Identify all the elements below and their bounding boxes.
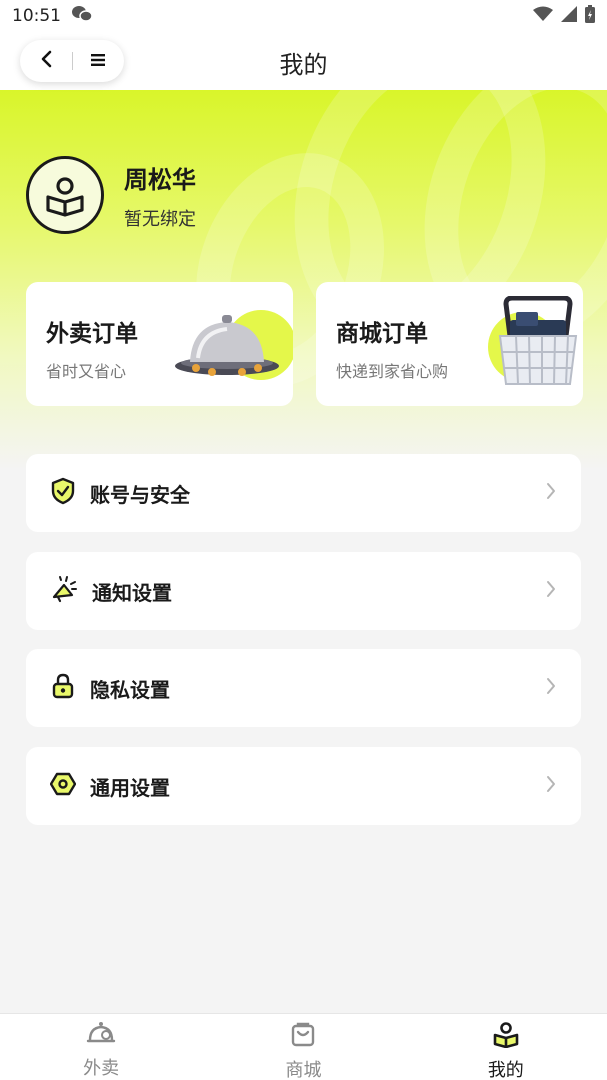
bottom-tab-bar: 外卖 商城 我的 [0, 1013, 607, 1080]
shopping-bag-icon [289, 1020, 317, 1052]
menu-item-label: 账号与安全 [90, 482, 190, 507]
card-title: 商城订单 [336, 321, 428, 347]
shield-check-icon [50, 477, 76, 509]
user-binding-status: 暂无绑定 [124, 208, 196, 230]
menu-item-privacy-settings[interactable]: 隐私设置 [26, 649, 581, 727]
chevron-right-icon [545, 774, 557, 798]
profile-book-icon [492, 1020, 520, 1052]
tab-label: 外卖 [83, 1058, 120, 1079]
tab-mine[interactable]: 我的 [405, 1014, 607, 1080]
mall-orders-card[interactable]: 商城订单 快递到家省心购 [316, 282, 583, 406]
takeout-orders-card[interactable]: 外卖订单 省时又省心 [26, 282, 293, 406]
battery-icon [585, 4, 595, 28]
signal-icon [561, 5, 577, 27]
status-bar: 10:51 [0, 0, 607, 32]
profile-book-icon [46, 177, 84, 217]
avatar[interactable] [26, 156, 104, 234]
megaphone-icon [50, 575, 78, 607]
card-subtitle: 快递到家省心购 [336, 362, 449, 381]
user-name: 周松华 [124, 165, 196, 194]
card-subtitle: 省时又省心 [46, 362, 127, 381]
wifi-icon [533, 6, 553, 27]
food-cloche-icon [174, 312, 280, 386]
title-bar: 我的 [0, 32, 607, 90]
menu-item-label: 通知设置 [92, 580, 172, 605]
card-title: 外卖订单 [46, 321, 138, 347]
tab-label: 商城 [285, 1060, 322, 1080]
chevron-right-icon [545, 481, 557, 505]
menu-item-label: 通用设置 [90, 775, 170, 800]
tab-mall[interactable]: 商城 [202, 1014, 404, 1080]
hex-settings-icon [49, 771, 77, 801]
menu-item-label: 隐私设置 [90, 677, 170, 702]
shopping-basket-icon [496, 295, 580, 396]
menu-item-notification-settings[interactable]: 通知设置 [26, 552, 581, 630]
header-background [0, 90, 607, 470]
status-time: 10:51 [12, 6, 61, 26]
chevron-right-icon [545, 579, 557, 603]
chevron-right-icon [545, 676, 557, 700]
profile-section[interactable]: 周松华 暂无绑定 [26, 156, 196, 234]
takeout-icon [86, 1020, 116, 1050]
tab-takeout[interactable]: 外卖 [0, 1014, 202, 1080]
lock-icon [50, 672, 76, 704]
wechat-icon [71, 5, 93, 28]
page-title: 我的 [279, 51, 328, 79]
menu-item-account-security[interactable]: 账号与安全 [26, 454, 581, 532]
menu-item-general-settings[interactable]: 通用设置 [26, 747, 581, 825]
tab-label: 我的 [487, 1060, 524, 1080]
